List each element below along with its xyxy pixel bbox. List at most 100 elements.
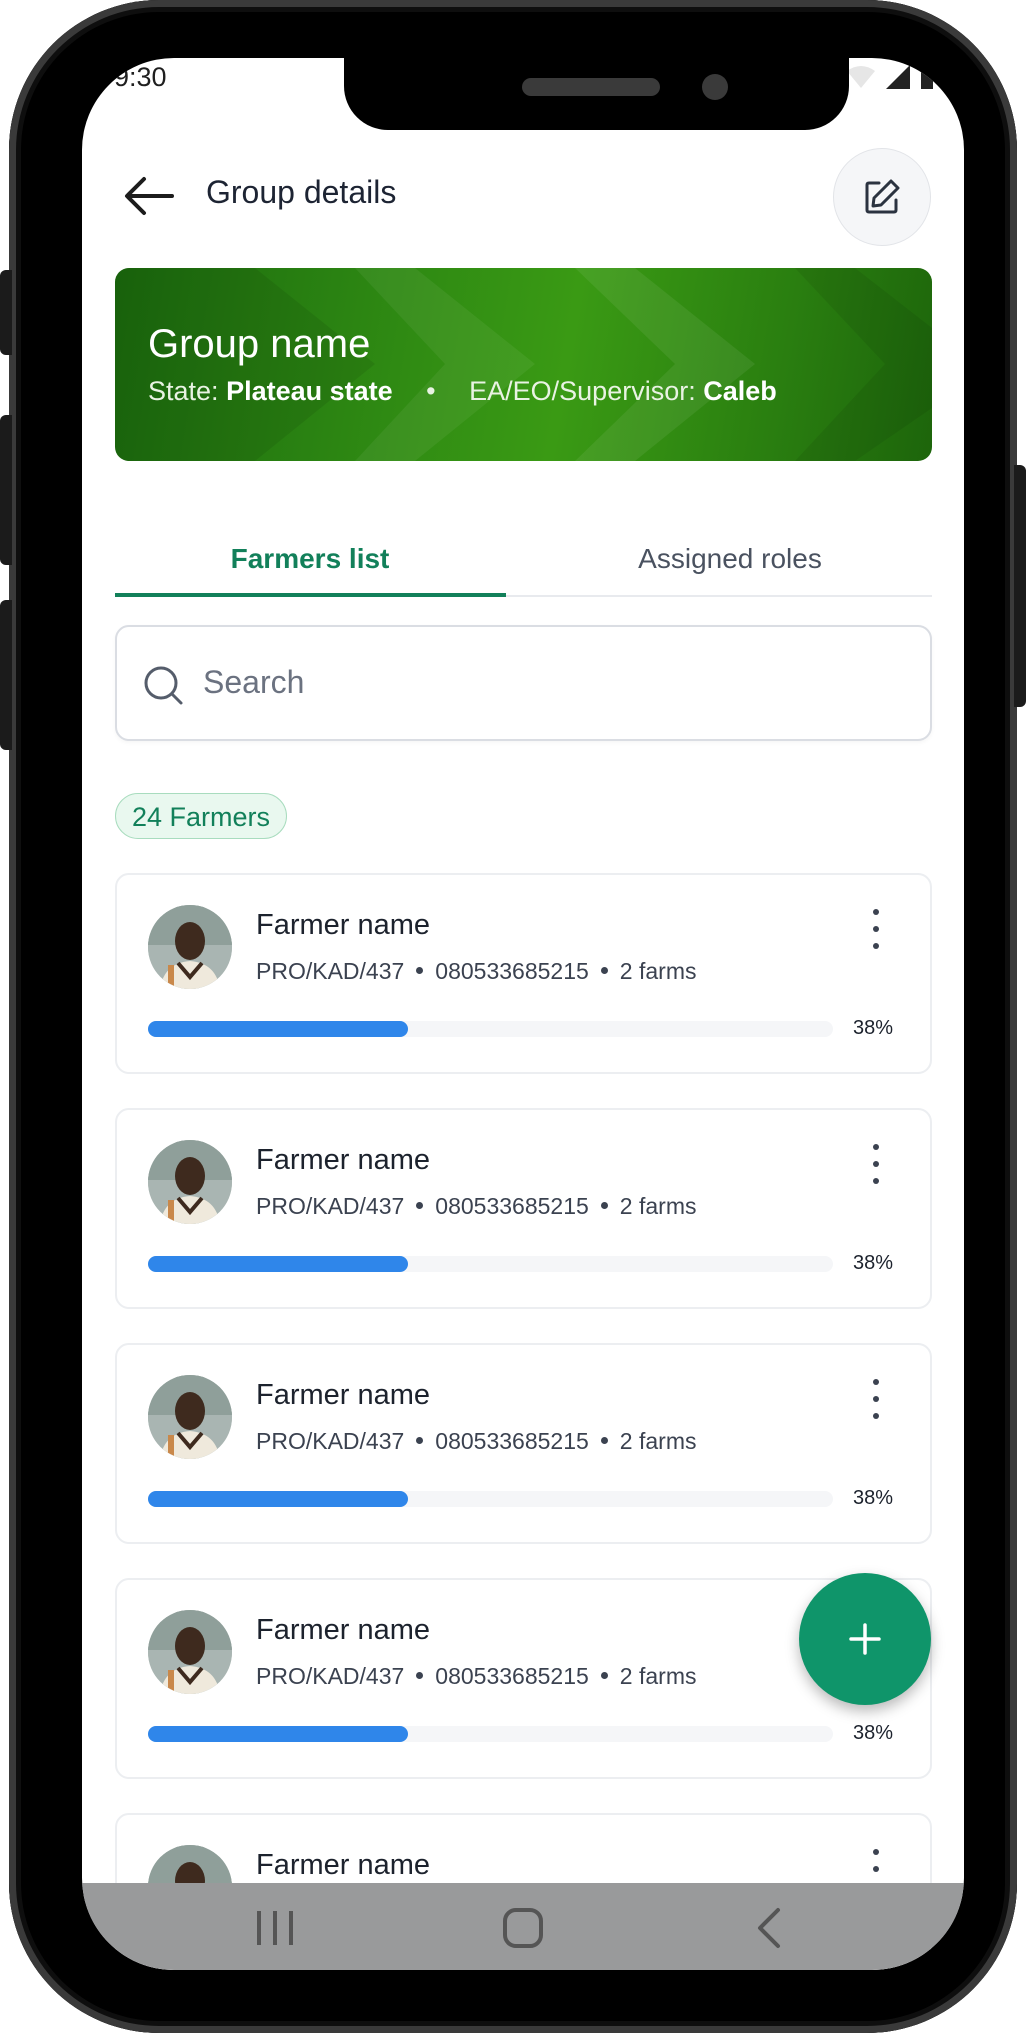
profile-progress-bar xyxy=(148,1256,833,1272)
add-farmer-button[interactable] xyxy=(799,1573,931,1705)
farmer-count-badge: 24 Farmers xyxy=(115,793,288,839)
state-label: State: xyxy=(148,376,219,406)
farmer-id: PRO/KAD/437 xyxy=(256,1193,405,1219)
progress-fill xyxy=(148,1726,409,1742)
search-input[interactable] xyxy=(201,663,885,702)
meta-dot xyxy=(416,967,424,975)
arrow-left-icon xyxy=(125,177,174,215)
progress-percent: 38% xyxy=(853,1252,894,1274)
farmer-id: PRO/KAD/437 xyxy=(256,1663,405,1689)
profile-progress-bar xyxy=(148,1726,833,1742)
farmer-avatar xyxy=(148,1610,232,1694)
tab-assigned-roles[interactable]: Assigned roles xyxy=(530,543,930,575)
battery-icon xyxy=(921,71,933,89)
farmer-id: PRO/KAD/437 xyxy=(256,958,405,984)
farmer-card[interactable]: Farmer name PRO/KAD/437 080533685215 2 far… xyxy=(115,1343,932,1544)
search-icon xyxy=(144,666,183,705)
kebab-dot xyxy=(873,1413,879,1419)
active-tab-indicator xyxy=(115,593,506,597)
farmer-photo xyxy=(148,1375,232,1459)
progress-fill xyxy=(148,1256,409,1272)
farmer-card[interactable]: Farmer name PRO/KAD/437 080533685215 2 far… xyxy=(115,873,932,1074)
farmer-photo xyxy=(148,1610,232,1694)
power-button xyxy=(1014,465,1026,707)
search-box[interactable] xyxy=(115,625,932,741)
farmer-meta: PRO/KAD/437 080533685215 2 farms xyxy=(256,958,696,985)
profile-progress-bar xyxy=(148,1491,833,1507)
plus-icon xyxy=(849,1623,881,1655)
meta-dot xyxy=(416,1672,424,1680)
farmer-name: Farmer name xyxy=(256,1144,431,1176)
group-name: Group name xyxy=(148,322,371,366)
farmer-phone: 080533685215 xyxy=(435,958,589,984)
screen: 9:30 Group details Group name State: Pla… xyxy=(82,58,964,1970)
farmer-name: Farmer name xyxy=(256,1379,431,1411)
recent-apps-icon xyxy=(257,1911,293,1945)
farmer-phone: 080533685215 xyxy=(435,1428,589,1454)
farmer-avatar xyxy=(148,905,232,989)
farmer-name: Farmer name xyxy=(256,909,431,941)
recent-apps-button[interactable] xyxy=(245,1903,305,1953)
farmer-avatar xyxy=(148,1375,232,1459)
pencil-edit-icon xyxy=(865,179,900,214)
farmer-card[interactable]: Farmer name PRO/KAD/437 080533685215 2 far… xyxy=(115,1108,932,1309)
meta-separator: • xyxy=(426,376,436,406)
meta-dot xyxy=(600,967,608,975)
more-options-button[interactable] xyxy=(861,909,891,949)
home-button[interactable] xyxy=(493,1903,553,1953)
kebab-dot xyxy=(873,1161,879,1167)
app-header: Group details xyxy=(82,148,964,248)
signal-icon xyxy=(886,65,910,89)
home-icon xyxy=(503,1908,543,1948)
kebab-dot xyxy=(873,1396,879,1402)
farmer-phone: 080533685215 xyxy=(435,1663,589,1689)
volume-down-button xyxy=(0,415,12,565)
more-options-button[interactable] xyxy=(861,1379,891,1419)
farmer-meta: PRO/KAD/437 080533685215 2 farms xyxy=(256,1193,696,1220)
meta-dot xyxy=(600,1437,608,1445)
front-camera xyxy=(702,74,728,100)
supervisor-value: Caleb xyxy=(703,376,777,406)
progress-fill xyxy=(148,1491,409,1507)
meta-dot xyxy=(416,1202,424,1210)
meta-dot xyxy=(416,1437,424,1445)
farmer-farms: 2 farms xyxy=(619,1663,697,1689)
camera-notch xyxy=(344,58,849,130)
farmer-meta: PRO/KAD/437 080533685215 2 farms xyxy=(256,1663,696,1690)
state-value: Plateau state xyxy=(226,376,393,406)
kebab-dot xyxy=(873,1144,879,1150)
progress-percent: 38% xyxy=(853,1722,894,1744)
progress-fill xyxy=(148,1021,409,1037)
progress-percent: 38% xyxy=(853,1017,894,1039)
status-time: 9:30 xyxy=(114,62,167,92)
kebab-dot xyxy=(873,1866,879,1872)
progress-percent: 38% xyxy=(853,1487,894,1509)
farmer-name: Farmer name xyxy=(256,1849,431,1881)
edit-button[interactable] xyxy=(833,148,931,246)
system-nav-bar xyxy=(82,1883,964,1970)
kebab-dot xyxy=(873,926,879,932)
status-icons xyxy=(846,64,934,90)
more-options-button[interactable] xyxy=(861,1144,891,1184)
tab-bar: Farmers list Assigned roles xyxy=(115,533,932,597)
tab-farmers-list[interactable]: Farmers list xyxy=(115,543,505,575)
farmer-farms: 2 farms xyxy=(619,1193,697,1219)
farmer-name: Farmer name xyxy=(256,1614,431,1646)
farmer-farms: 2 farms xyxy=(619,958,697,984)
farmer-phone: 080533685215 xyxy=(435,1193,589,1219)
kebab-dot xyxy=(873,909,879,915)
nav-back-button[interactable] xyxy=(740,1903,800,1953)
farmer-meta: PRO/KAD/437 080533685215 2 farms xyxy=(256,1428,696,1455)
group-meta: State: Plateau state • EA/EO/Supervisor:… xyxy=(148,376,777,407)
back-icon xyxy=(758,1908,780,1948)
wifi-icon xyxy=(847,66,875,88)
profile-progress-bar xyxy=(148,1021,833,1037)
farmer-avatar xyxy=(148,1140,232,1224)
farmer-photo xyxy=(148,905,232,989)
group-banner: Group name State: Plateau state • EA/EO/… xyxy=(115,268,932,461)
farmer-id: PRO/KAD/437 xyxy=(256,1428,405,1454)
meta-dot xyxy=(600,1672,608,1680)
phone-frame: 9:30 Group details Group name State: Pla… xyxy=(0,0,1026,2033)
back-button[interactable] xyxy=(120,166,180,226)
kebab-dot xyxy=(873,1178,879,1184)
